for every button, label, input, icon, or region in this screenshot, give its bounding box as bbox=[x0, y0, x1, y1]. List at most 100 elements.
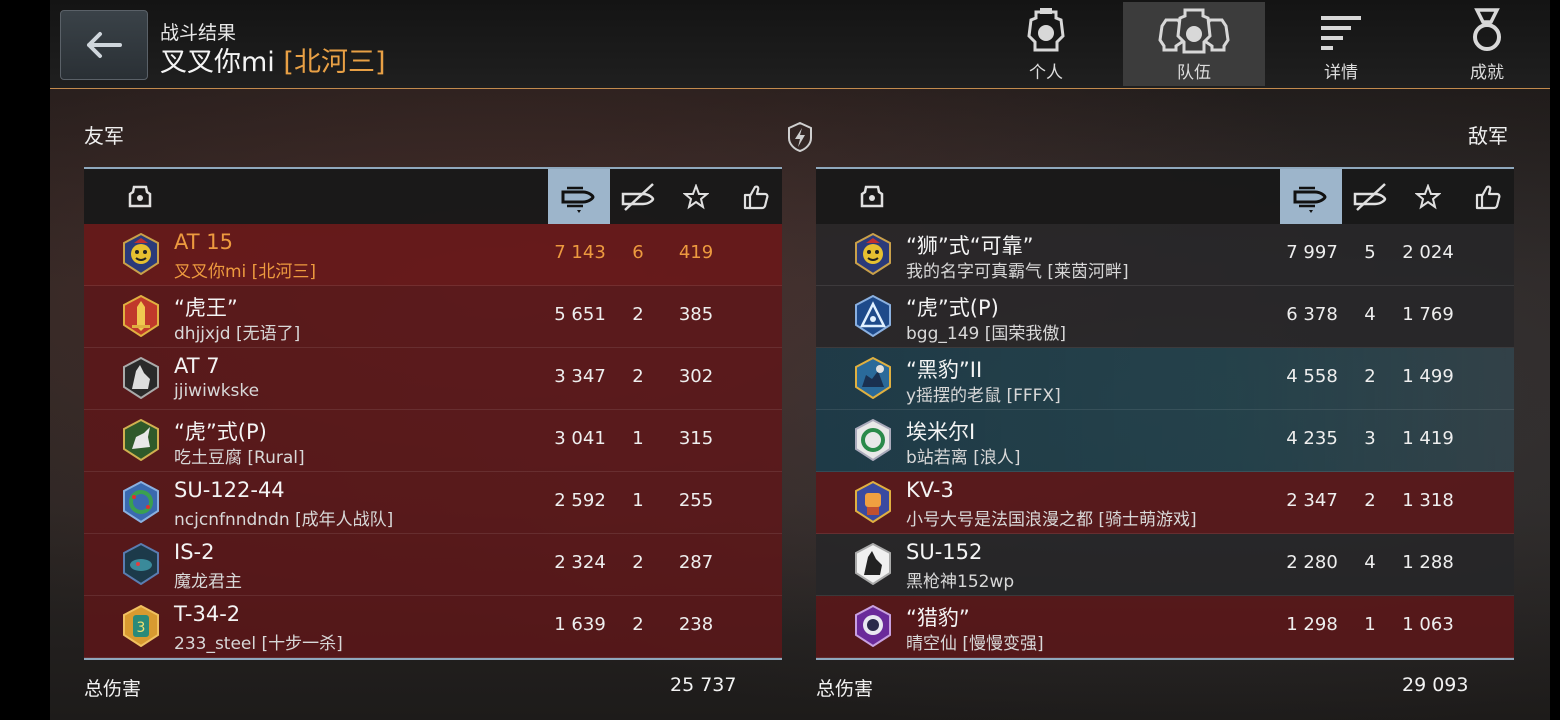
like-column-header[interactable] bbox=[734, 169, 778, 224]
details-list-icon bbox=[1321, 16, 1361, 50]
ally-row-6[interactable]: IS-2 魔龙君主 2 324 2 287 bbox=[84, 534, 782, 596]
player-name: ncjcnfnndndn [成年人战队] bbox=[174, 510, 394, 530]
star-icon bbox=[1415, 183, 1441, 209]
xp-value: 1 499 bbox=[1402, 366, 1454, 387]
red-face-emblem-icon bbox=[123, 233, 159, 275]
xp-value: 2 024 bbox=[1402, 242, 1454, 263]
svg-text:3: 3 bbox=[137, 620, 146, 636]
xp-value: 238 bbox=[678, 614, 714, 635]
ally-row-3[interactable]: AT 7 jjiwiwkske 3 347 2 302 bbox=[84, 348, 782, 410]
damage-column-header[interactable] bbox=[1280, 169, 1342, 224]
player-name: dhjjxjd [无语了] bbox=[174, 324, 301, 344]
allies-table-footer-line bbox=[84, 658, 782, 660]
wolf-emblem-icon bbox=[855, 543, 891, 585]
ally-row-5[interactable]: SU-122-44 ncjcnfnndndn [成年人战队] 2 592 1 2… bbox=[84, 472, 782, 534]
enemy-row-6[interactable]: SU-152 黑枪神152wp 2 280 4 1 288 bbox=[816, 534, 1514, 596]
xp-value: 1 063 bbox=[1402, 614, 1454, 635]
fist-emblem-icon bbox=[855, 481, 891, 523]
damage-value: 7 143 bbox=[554, 242, 606, 263]
tab-personal[interactable]: 个人 bbox=[975, 0, 1117, 86]
kills-value: 2 bbox=[632, 552, 644, 573]
xp-value: 302 bbox=[678, 366, 714, 387]
player-name: y摇摆的老鼠 [FFFX] bbox=[906, 386, 1061, 406]
xp-value: 1 769 bbox=[1402, 304, 1454, 325]
kills-column-header[interactable] bbox=[1346, 169, 1396, 224]
damage-shell-icon bbox=[1293, 186, 1327, 213]
kills-value: 5 bbox=[1364, 242, 1376, 263]
damage-value: 4 235 bbox=[1286, 428, 1338, 449]
enemy-row-3[interactable]: “黑豹”II y摇摆的老鼠 [FFFX] 4 558 2 1 499 bbox=[816, 348, 1514, 410]
damage-value: 2 280 bbox=[1286, 552, 1338, 573]
damage-shell-icon bbox=[561, 186, 595, 213]
damage-value: 6 378 bbox=[1286, 304, 1338, 325]
back-arrow-icon bbox=[87, 32, 122, 58]
tank-name: “黑豹”II bbox=[906, 358, 983, 382]
ally-row-4[interactable]: “虎”式(P) 吃土豆腐 [Rural] 3 041 1 315 bbox=[84, 410, 782, 472]
kills-value: 2 bbox=[1364, 366, 1376, 387]
tank-name: “猎豹” bbox=[906, 606, 970, 630]
enemy-row-2[interactable]: “虎”式(P) bgg_149 [国荣我傲] 6 378 4 1 769 bbox=[816, 286, 1514, 348]
tank-name: IS-2 bbox=[174, 540, 215, 564]
tab-details[interactable]: 详情 bbox=[1270, 0, 1412, 86]
player-name: jjiwiwkske bbox=[174, 381, 260, 401]
xp-value: 1 419 bbox=[1402, 428, 1454, 449]
xp-value: 315 bbox=[678, 428, 714, 449]
tank-name: T-34-2 bbox=[174, 602, 241, 626]
astronaut-emblem-icon bbox=[855, 605, 891, 647]
player-name: 黑枪神152wp bbox=[906, 572, 1015, 592]
kills-value: 6 bbox=[632, 242, 644, 263]
kills-value: 2 bbox=[1364, 490, 1376, 511]
enemy-row-4[interactable]: 埃米尔I b站若离 [浪人] 4 235 3 1 419 bbox=[816, 410, 1514, 472]
enemy-row-5[interactable]: KV-3 小号大号是法国浪漫之都 [骑士萌游戏] 2 347 2 1 318 bbox=[816, 472, 1514, 534]
kills-value: 4 bbox=[1364, 304, 1376, 325]
player-name: 233_steel [十步一杀] bbox=[174, 634, 343, 654]
dragon-emblem-icon bbox=[123, 543, 159, 585]
allies-total-label: 总伤害 bbox=[84, 678, 142, 700]
ally-row-7[interactable]: 3 T-34-2 233_steel [十步一杀] 1 639 2 238 bbox=[84, 596, 782, 658]
player-name: 叉叉你mi bbox=[160, 47, 275, 78]
battle-mode-lightning-icon bbox=[788, 122, 812, 152]
xp-column-header[interactable] bbox=[674, 169, 718, 224]
thumbs-up-icon bbox=[743, 185, 769, 209]
unicorn-emblem-icon bbox=[123, 419, 159, 461]
enemies-title: 敌军 bbox=[1468, 124, 1508, 148]
number-three-emblem-icon: 3 bbox=[123, 605, 159, 647]
kills-value: 3 bbox=[1364, 428, 1376, 449]
xp-value: 419 bbox=[678, 242, 714, 263]
vehicle-column-header[interactable] bbox=[120, 169, 160, 224]
player-name: 我的名字可真霸气 [莱茵河畔] bbox=[906, 262, 1129, 282]
wolf-emblem-icon bbox=[123, 357, 159, 399]
tank-name: AT 15 bbox=[174, 230, 233, 254]
enemy-row-1[interactable]: “狮”式“可靠” 我的名字可真霸气 [莱茵河畔] 7 997 5 2 024 bbox=[816, 224, 1514, 286]
xp-value: 287 bbox=[678, 552, 714, 573]
player-clan: [北河三] bbox=[283, 47, 386, 78]
tab-team[interactable]: 队伍 bbox=[1123, 2, 1265, 86]
destroyed-tank-icon bbox=[621, 182, 655, 211]
xp-column-header[interactable] bbox=[1406, 169, 1450, 224]
enemy-row-7[interactable]: “猎豹” 晴空仙 [慢慢变强] 1 298 1 1 063 bbox=[816, 596, 1514, 658]
enemies-table-footer-line bbox=[816, 658, 1514, 660]
tab-personal-label: 个人 bbox=[1029, 63, 1063, 83]
xp-value: 255 bbox=[678, 490, 714, 511]
damage-value: 1 298 bbox=[1286, 614, 1338, 635]
player-name: 晴空仙 [慢慢变强] bbox=[906, 634, 1044, 654]
kills-column-header[interactable] bbox=[614, 169, 664, 224]
damage-value: 2 347 bbox=[1286, 490, 1338, 511]
ally-row-2[interactable]: “虎王” dhjjxjd [无语了] 5 651 2 385 bbox=[84, 286, 782, 348]
ally-row-1[interactable]: AT 15 叉叉你mi [北河三] 7 143 6 419 bbox=[84, 224, 782, 286]
tab-achievements[interactable]: 成就 bbox=[1416, 0, 1550, 86]
gold-sword-emblem-icon bbox=[123, 295, 159, 337]
allies-title: 友军 bbox=[84, 124, 124, 148]
page-title: 叉叉你mi [北河三] bbox=[160, 40, 385, 79]
star-icon bbox=[683, 183, 709, 209]
kills-value: 4 bbox=[1364, 552, 1376, 573]
tab-details-label: 详情 bbox=[1324, 63, 1358, 83]
wreath-emblem-icon bbox=[123, 481, 159, 523]
back-button[interactable] bbox=[60, 10, 148, 80]
damage-value: 3 347 bbox=[554, 366, 606, 387]
player-name: b站若离 [浪人] bbox=[906, 448, 1021, 468]
like-column-header[interactable] bbox=[1466, 169, 1510, 224]
player-name: 叉叉你mi [北河三] bbox=[174, 262, 316, 282]
damage-column-header[interactable] bbox=[548, 169, 610, 224]
vehicle-column-header[interactable] bbox=[852, 169, 892, 224]
